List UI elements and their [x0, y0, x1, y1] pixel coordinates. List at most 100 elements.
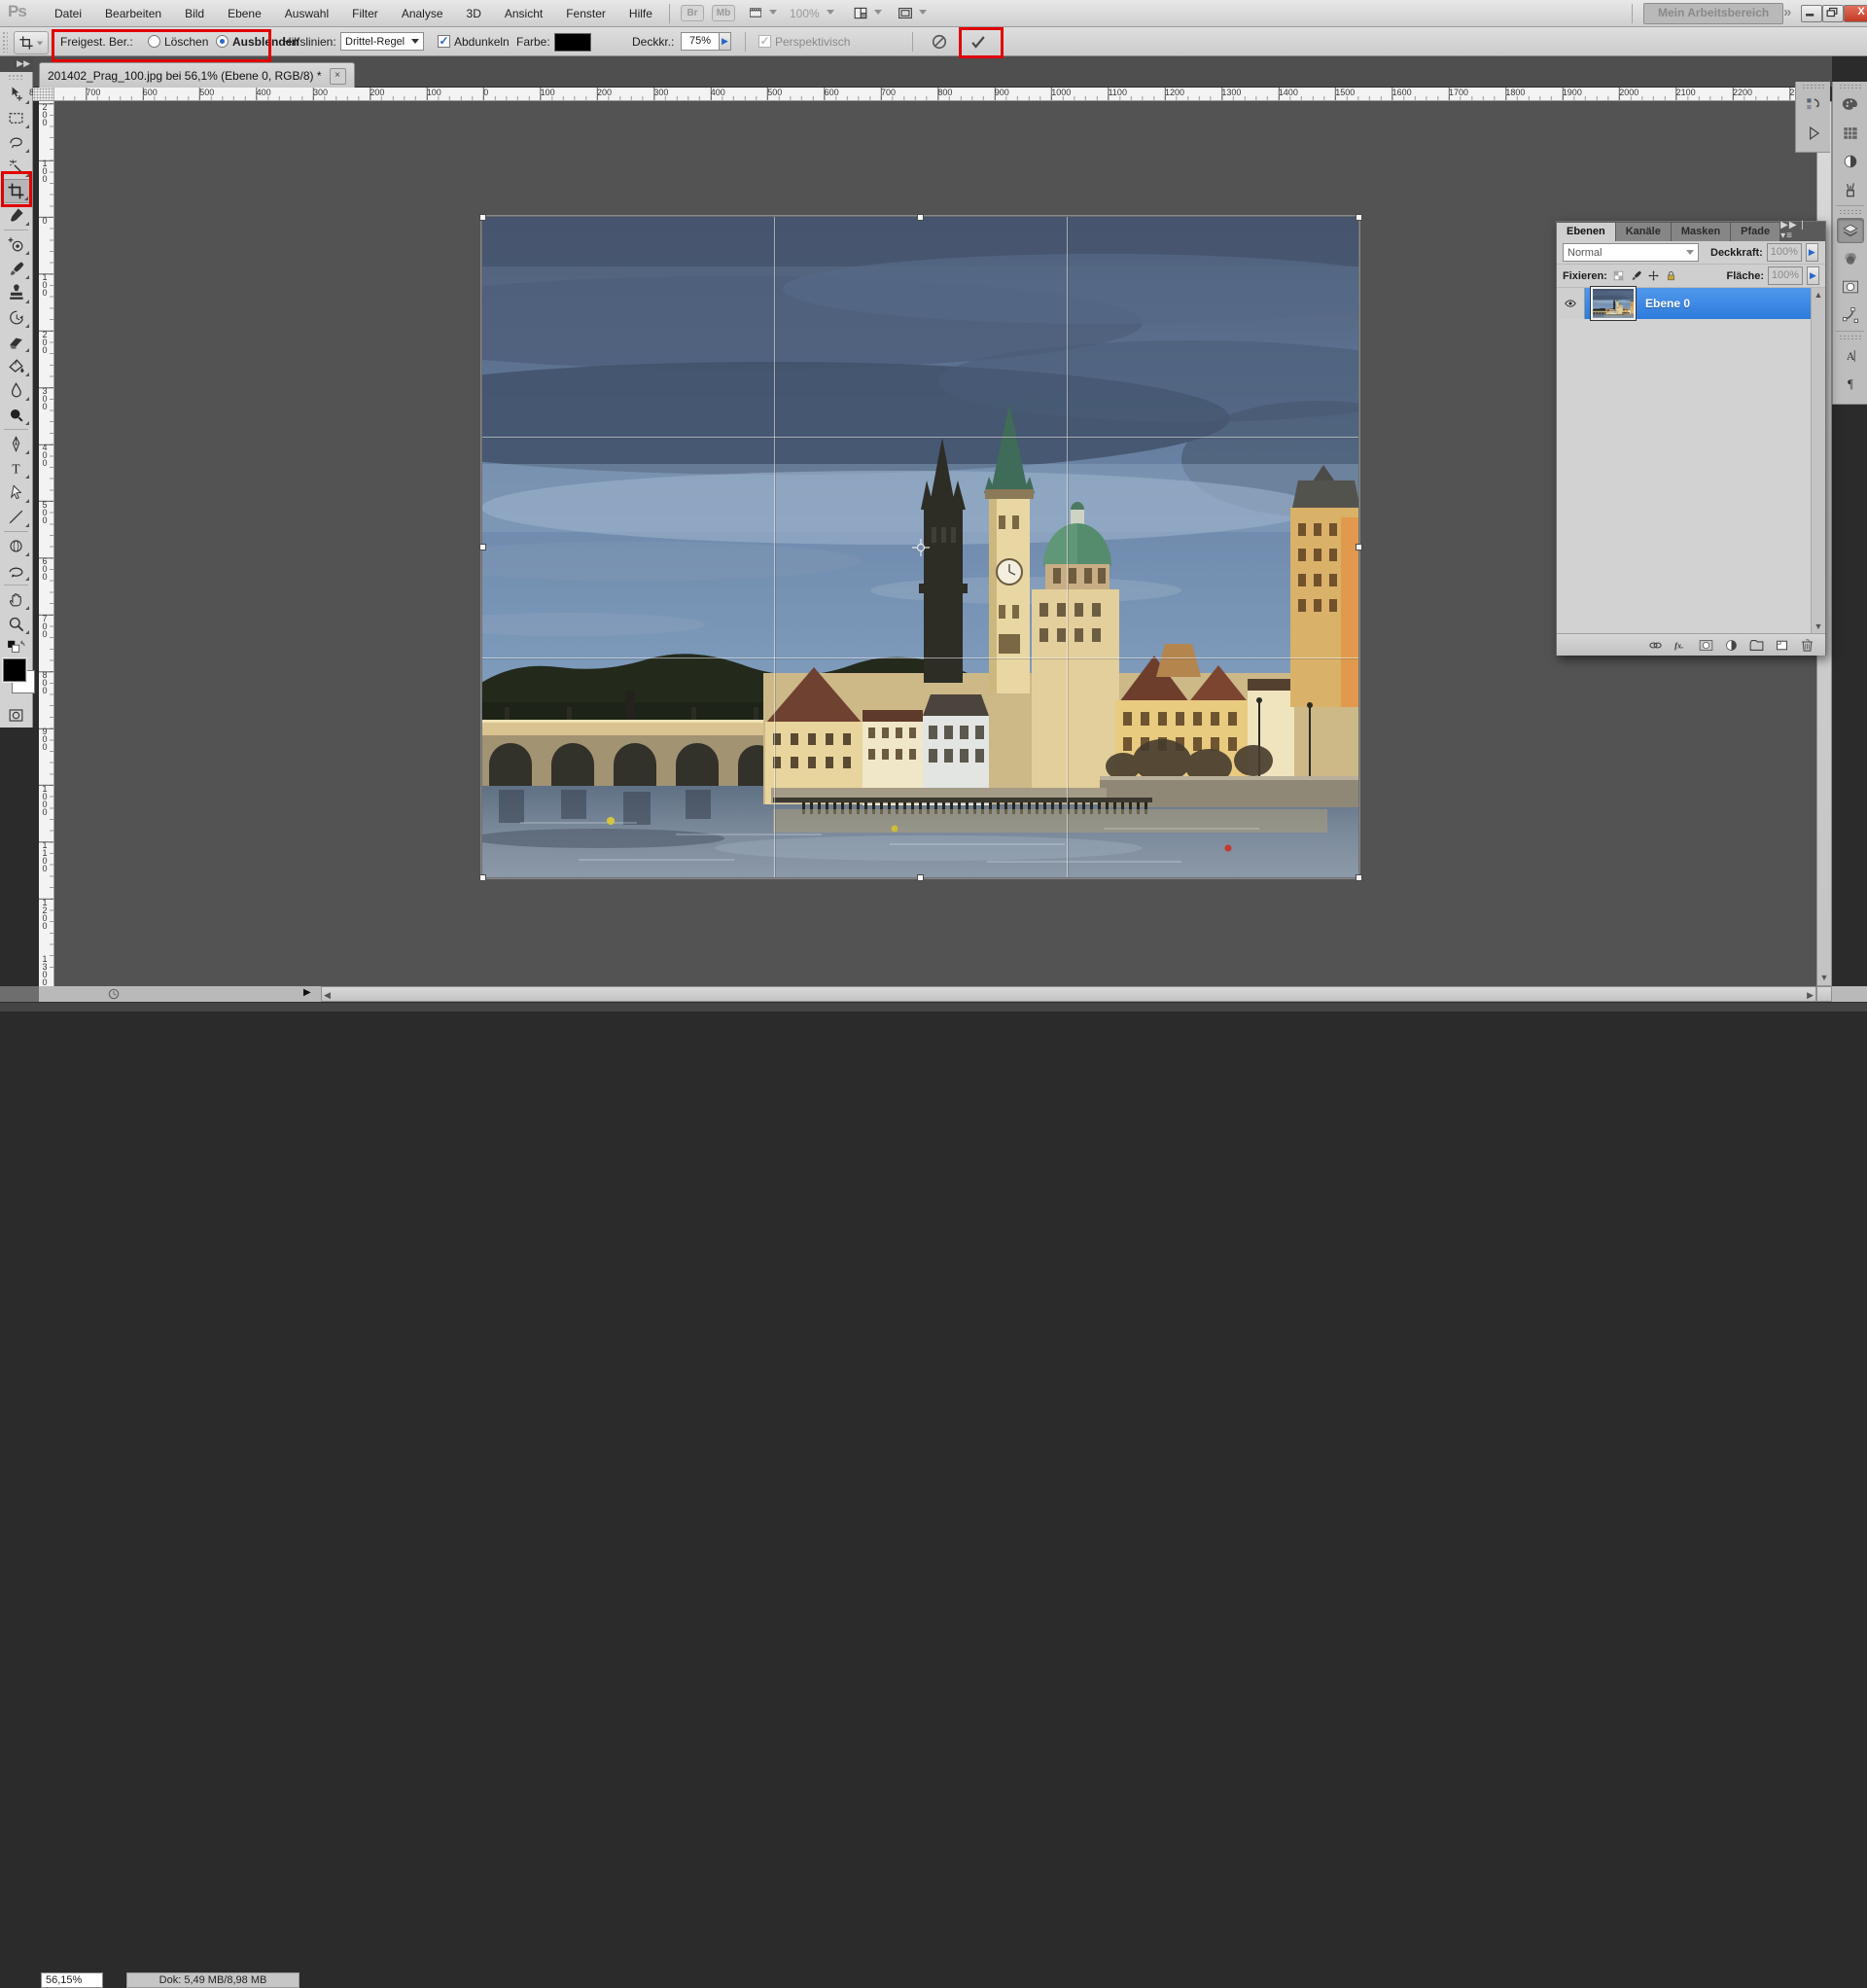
blend-mode-dropdown[interactable]: Normal [1563, 243, 1699, 262]
shield-color-swatch[interactable] [554, 33, 591, 52]
workspace-chevron-icon[interactable]: » [1783, 4, 1791, 20]
brush-tool[interactable] [2, 257, 31, 281]
dock-grip[interactable] [1839, 335, 1861, 340]
scroll-right-icon[interactable]: ▶ [1807, 988, 1814, 1002]
actions-panel-icon[interactable] [1800, 121, 1827, 146]
panel-tab-ebenen[interactable]: Ebenen [1557, 223, 1616, 241]
canvas-hscrollbar[interactable]: ◀ ▶ [321, 986, 1816, 1002]
menu-analyse[interactable]: Analyse [390, 0, 455, 27]
layer-row[interactable]: Ebene 0 [1557, 288, 1825, 319]
radio-delete-label[interactable]: Löschen [164, 35, 208, 49]
tab-close-icon[interactable]: × [330, 68, 346, 85]
screen-mode-icon[interactable] [897, 5, 914, 21]
layers-list-scrollbar[interactable]: ▲ ▼ [1811, 288, 1825, 633]
lock-paint-icon[interactable] [1629, 268, 1643, 283]
line-tool[interactable] [2, 505, 31, 529]
quick-mask-button[interactable] [2, 703, 31, 728]
radio-hide[interactable] [216, 35, 229, 48]
crop-marquee[interactable] [481, 216, 1359, 878]
color-panel-icon[interactable] [1837, 92, 1864, 118]
scroll-down-icon[interactable]: ▼ [1812, 620, 1825, 633]
rectangular-marquee-tool[interactable] [2, 106, 31, 130]
3d-orbit-tool[interactable] [2, 558, 31, 583]
menu-ansicht[interactable]: Ansicht [493, 0, 554, 27]
gradient-tool[interactable] [2, 354, 31, 378]
new-layer-icon[interactable] [1774, 637, 1790, 654]
adjustment-layer-icon[interactable] [1723, 637, 1740, 654]
lock-transparency-icon[interactable] [1611, 268, 1626, 283]
path-selection-tool[interactable] [2, 480, 31, 505]
swap-colors-icon[interactable] [6, 639, 27, 655]
opacity-spinner[interactable]: ▶ [1806, 243, 1818, 262]
lock-all-icon[interactable] [1664, 268, 1678, 283]
opacity-value[interactable]: 100% [1767, 243, 1802, 262]
commit-crop-icon[interactable] [969, 32, 988, 52]
eraser-tool[interactable] [2, 330, 31, 354]
crop-handle[interactable] [1356, 544, 1362, 550]
crop-tool[interactable] [2, 179, 31, 203]
menu-3d[interactable]: 3D [455, 0, 493, 27]
crop-handle[interactable] [1356, 214, 1362, 221]
foreground-color-swatch[interactable] [3, 658, 26, 682]
crop-handle[interactable] [479, 544, 486, 550]
crop-center-marker[interactable] [912, 539, 930, 556]
status-menu-arrow-icon[interactable]: ▶ [303, 987, 311, 998]
channels-panel-icon[interactable] [1837, 246, 1864, 271]
menu-fenster[interactable]: Fenster [554, 0, 617, 27]
cancel-crop-icon[interactable] [930, 32, 949, 52]
crop-handle[interactable] [917, 214, 924, 221]
link-layers-icon[interactable] [1647, 637, 1664, 654]
crop-handle[interactable] [479, 874, 486, 881]
view-extras-icon[interactable] [747, 5, 764, 20]
zoom-tool[interactable] [2, 612, 31, 636]
guides-dropdown[interactable]: Drittel-Regel [340, 32, 424, 51]
canvas-area[interactable] [54, 101, 1816, 986]
clone-stamp-tool[interactable] [2, 281, 31, 305]
crop-handle[interactable] [479, 214, 486, 221]
crop-tool-preset-icon[interactable] [14, 31, 49, 54]
document-tab[interactable]: 201402_Prag_100.jpg bei 56,1% (Ebene 0, … [39, 62, 355, 89]
scroll-down-icon[interactable]: ▼ [1817, 971, 1831, 984]
bridge-button[interactable]: Br [681, 5, 704, 21]
quick-selection-tool[interactable] [2, 155, 31, 179]
3d-rotate-tool[interactable] [2, 534, 31, 558]
tools-grip[interactable] [8, 74, 24, 80]
shield-checkbox[interactable]: ✓ [438, 35, 450, 48]
crop-handle[interactable] [1356, 874, 1362, 881]
menu-bild[interactable]: Bild [173, 0, 216, 27]
move-tool[interactable] [2, 82, 31, 106]
fill-spinner[interactable]: ▶ [1807, 266, 1819, 285]
layer-visibility-toggle[interactable] [1557, 288, 1585, 319]
horizontal-ruler[interactable]: 8007006005004003002001000100200300400500… [33, 88, 1816, 101]
menu-auswahl[interactable]: Auswahl [273, 0, 340, 27]
vertical-ruler[interactable]: 2001000100200300400500600700800900100011… [39, 101, 54, 986]
eyedropper-tool[interactable] [2, 203, 31, 228]
blur-tool[interactable] [2, 378, 31, 403]
pen-tool[interactable] [2, 432, 31, 456]
menu-ebene[interactable]: Ebene [216, 0, 273, 27]
lock-position-icon[interactable] [1646, 268, 1661, 283]
extras-dropdown-icon[interactable] [769, 10, 777, 15]
lasso-tool[interactable] [2, 130, 31, 155]
mobile-button[interactable]: Mb [712, 5, 735, 21]
panel-tab-kanäle[interactable]: Kanäle [1616, 223, 1672, 241]
healing-brush-tool[interactable] [2, 232, 31, 257]
panel-tab-masken[interactable]: Masken [1672, 223, 1731, 241]
menu-filter[interactable]: Filter [340, 0, 390, 27]
delete-layer-icon[interactable] [1799, 637, 1815, 654]
workspace-button[interactable]: Mein Arbeitsbereich [1643, 3, 1783, 24]
character-panel-icon[interactable]: A [1837, 343, 1864, 369]
paths-panel-icon[interactable] [1837, 302, 1864, 328]
arrange-dropdown-icon[interactable] [874, 10, 882, 15]
arrange-documents-icon[interactable] [852, 5, 869, 21]
layers-panel-icon[interactable] [1837, 218, 1864, 243]
dock-grip[interactable] [1839, 84, 1861, 89]
zoom-dropdown-icon[interactable] [827, 10, 834, 15]
scroll-left-icon[interactable]: ◀ [324, 988, 331, 1002]
statusbar-zoom-input[interactable]: 56,15% [41, 1972, 103, 1988]
close-button[interactable]: X [1844, 5, 1867, 22]
masks-panel-icon[interactable] [1837, 274, 1864, 300]
history-brush-tool[interactable] [2, 305, 31, 330]
swatches-panel-icon[interactable] [1837, 121, 1864, 146]
layer-style-icon[interactable]: fx. [1673, 637, 1689, 654]
